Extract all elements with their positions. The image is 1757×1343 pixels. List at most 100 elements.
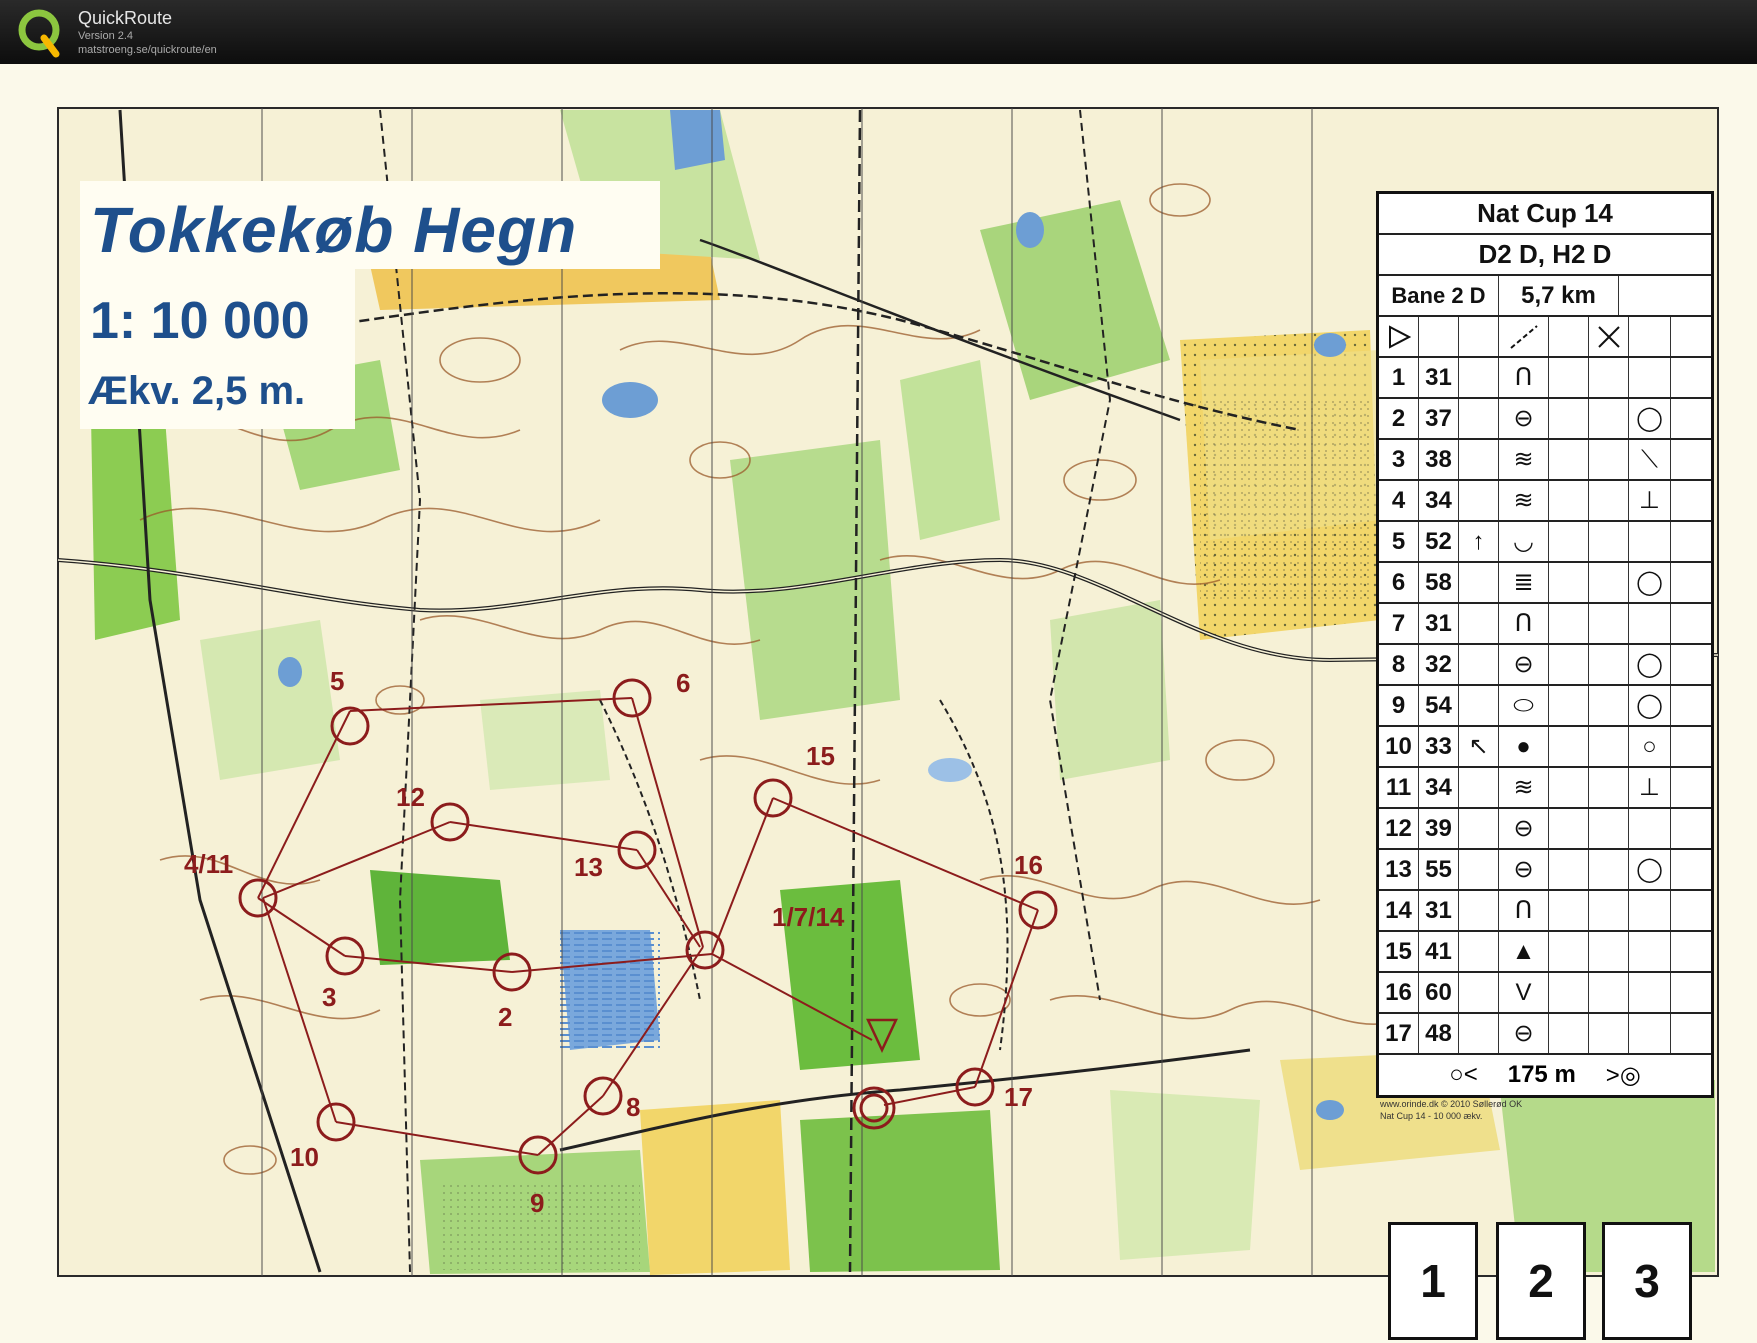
cc-feature: ≣ xyxy=(1499,563,1549,602)
cc-location: ◯ xyxy=(1629,645,1671,684)
cc-empty xyxy=(1549,809,1589,848)
cc-empty xyxy=(1589,563,1629,602)
cc-empty xyxy=(1671,358,1711,397)
cc-empty xyxy=(1671,563,1711,602)
cc-control-number: 2 xyxy=(1379,399,1419,438)
cc-course: Bane 2 D xyxy=(1379,276,1499,315)
cc-empty xyxy=(1549,973,1589,1012)
cc-location: ◯ xyxy=(1629,399,1671,438)
cc-control-row: 5 52 ↑ ◡ xyxy=(1379,522,1711,563)
cc-control-code: 33 xyxy=(1419,727,1459,766)
cc-empty xyxy=(1549,399,1589,438)
cc-empty xyxy=(1671,481,1711,520)
cc-control-code: 48 xyxy=(1419,1014,1459,1053)
cc-feature: ▲ xyxy=(1499,932,1549,971)
cc-control-number: 5 xyxy=(1379,522,1419,561)
control-description-card: Nat Cup 14 D2 D, H2 D Bane 2 D 5,7 km 13… xyxy=(1376,191,1714,1098)
start-triangle-icon xyxy=(1379,317,1419,356)
cc-direction xyxy=(1459,563,1499,602)
cc-control-rows: 1 31 Ո 2 37 ⊖ ◯ 3 38 ≋ ⟍ 4 34 ≋ ⊥ 5 52 ↑ ◡ 6 58 ≣ ◯ 7 31 Ո 8 32 ⊖ ◯ 9 5… xyxy=(1379,358,1711,1055)
app-url: matstroeng.se/quickroute/en xyxy=(78,44,217,56)
cc-control-number: 7 xyxy=(1379,604,1419,643)
print-note-line: Nat Cup 14 - 10 000 ækv. xyxy=(1380,1111,1483,1121)
quickroute-logo-icon xyxy=(18,9,60,58)
control-label: 1/7/14 xyxy=(772,902,845,932)
cc-control-row: 8 32 ⊖ ◯ xyxy=(1379,645,1711,686)
app-titlebar: QuickRoute Version 2.4 matstroeng.se/qui… xyxy=(0,0,1757,64)
cc-control-number: 13 xyxy=(1379,850,1419,889)
cc-direction xyxy=(1459,686,1499,725)
cc-empty xyxy=(1671,440,1711,479)
cc-location: ⊥ xyxy=(1629,768,1671,807)
cc-feature: V xyxy=(1499,973,1549,1012)
control-label: 12 xyxy=(396,782,425,812)
cc-empty xyxy=(1671,399,1711,438)
cc-control-code: 39 xyxy=(1419,809,1459,848)
cc-empty xyxy=(1629,317,1671,356)
cc-empty xyxy=(1589,399,1629,438)
cc-control-code: 32 xyxy=(1419,645,1459,684)
control-label: 17 xyxy=(1004,1082,1033,1112)
cc-control-number: 10 xyxy=(1379,727,1419,766)
cc-control-row: 9 54 ⬭ ◯ xyxy=(1379,686,1711,727)
cc-length: 5,7 km xyxy=(1499,276,1619,315)
map-contour-interval: Ækv. 2,5 m. xyxy=(88,369,306,413)
cc-empty xyxy=(1589,809,1629,848)
cc-feature: Ո xyxy=(1499,604,1549,643)
cc-empty xyxy=(1589,850,1629,889)
cc-empty xyxy=(1671,522,1711,561)
cc-empty xyxy=(1589,1014,1629,1053)
cc-empty xyxy=(1549,440,1589,479)
cc-control-row: 2 37 ⊖ ◯ xyxy=(1379,399,1711,440)
control-label: 8 xyxy=(626,1092,640,1122)
cc-start-row xyxy=(1379,317,1711,358)
cc-empty xyxy=(1549,768,1589,807)
cc-finish-row: ○< 175 m >◎ xyxy=(1379,1055,1711,1095)
cc-control-row: 12 39 ⊖ xyxy=(1379,809,1711,850)
cc-control-code: 54 xyxy=(1419,686,1459,725)
cc-location xyxy=(1629,358,1671,397)
cc-location xyxy=(1629,1014,1671,1053)
cc-empty xyxy=(1589,932,1629,971)
cc-location: ⊥ xyxy=(1629,481,1671,520)
control-label: 13 xyxy=(574,852,603,882)
control-label: 6 xyxy=(676,668,690,698)
cc-control-code: 34 xyxy=(1419,768,1459,807)
cc-empty xyxy=(1459,317,1499,356)
cc-empty xyxy=(1671,604,1711,643)
cc-classes: D2 D, H2 D xyxy=(1379,235,1711,276)
print-note-line: www.orinde.dk © 2010 Søllerød OK xyxy=(1380,1099,1523,1109)
cc-direction xyxy=(1459,932,1499,971)
cc-empty xyxy=(1549,481,1589,520)
cc-empty xyxy=(1549,645,1589,684)
cc-location: ○ xyxy=(1629,727,1671,766)
cc-direction xyxy=(1459,440,1499,479)
cc-control-number: 17 xyxy=(1379,1014,1419,1053)
cc-control-code: 31 xyxy=(1419,604,1459,643)
cc-empty xyxy=(1671,973,1711,1012)
cc-direction xyxy=(1459,891,1499,930)
cc-location: ◯ xyxy=(1629,563,1671,602)
cc-empty xyxy=(1671,645,1711,684)
cc-feature: Ո xyxy=(1499,891,1549,930)
cc-control-code: 38 xyxy=(1419,440,1459,479)
cc-control-number: 3 xyxy=(1379,440,1419,479)
cc-control-code: 34 xyxy=(1419,481,1459,520)
cc-control-code: 60 xyxy=(1419,973,1459,1012)
cc-empty xyxy=(1589,645,1629,684)
cc-empty xyxy=(1549,891,1589,930)
cc-location xyxy=(1629,891,1671,930)
cc-empty xyxy=(1549,727,1589,766)
control-label: 3 xyxy=(322,982,336,1012)
cc-empty xyxy=(1589,440,1629,479)
orienteering-map[interactable]: 5 6 15 12 13 4/11 16 1/7/14 3 2 8 17 10 … xyxy=(0,64,1757,1343)
cc-empty xyxy=(1549,317,1589,356)
cc-control-number: 4 xyxy=(1379,481,1419,520)
cc-direction xyxy=(1459,358,1499,397)
cc-direction xyxy=(1459,1014,1499,1053)
cc-direction xyxy=(1459,850,1499,889)
cc-empty xyxy=(1671,768,1711,807)
cc-empty xyxy=(1589,358,1629,397)
map-title-box: Tokkekøb Hegn xyxy=(80,181,660,269)
map-title: Tokkekøb Hegn xyxy=(90,194,578,266)
